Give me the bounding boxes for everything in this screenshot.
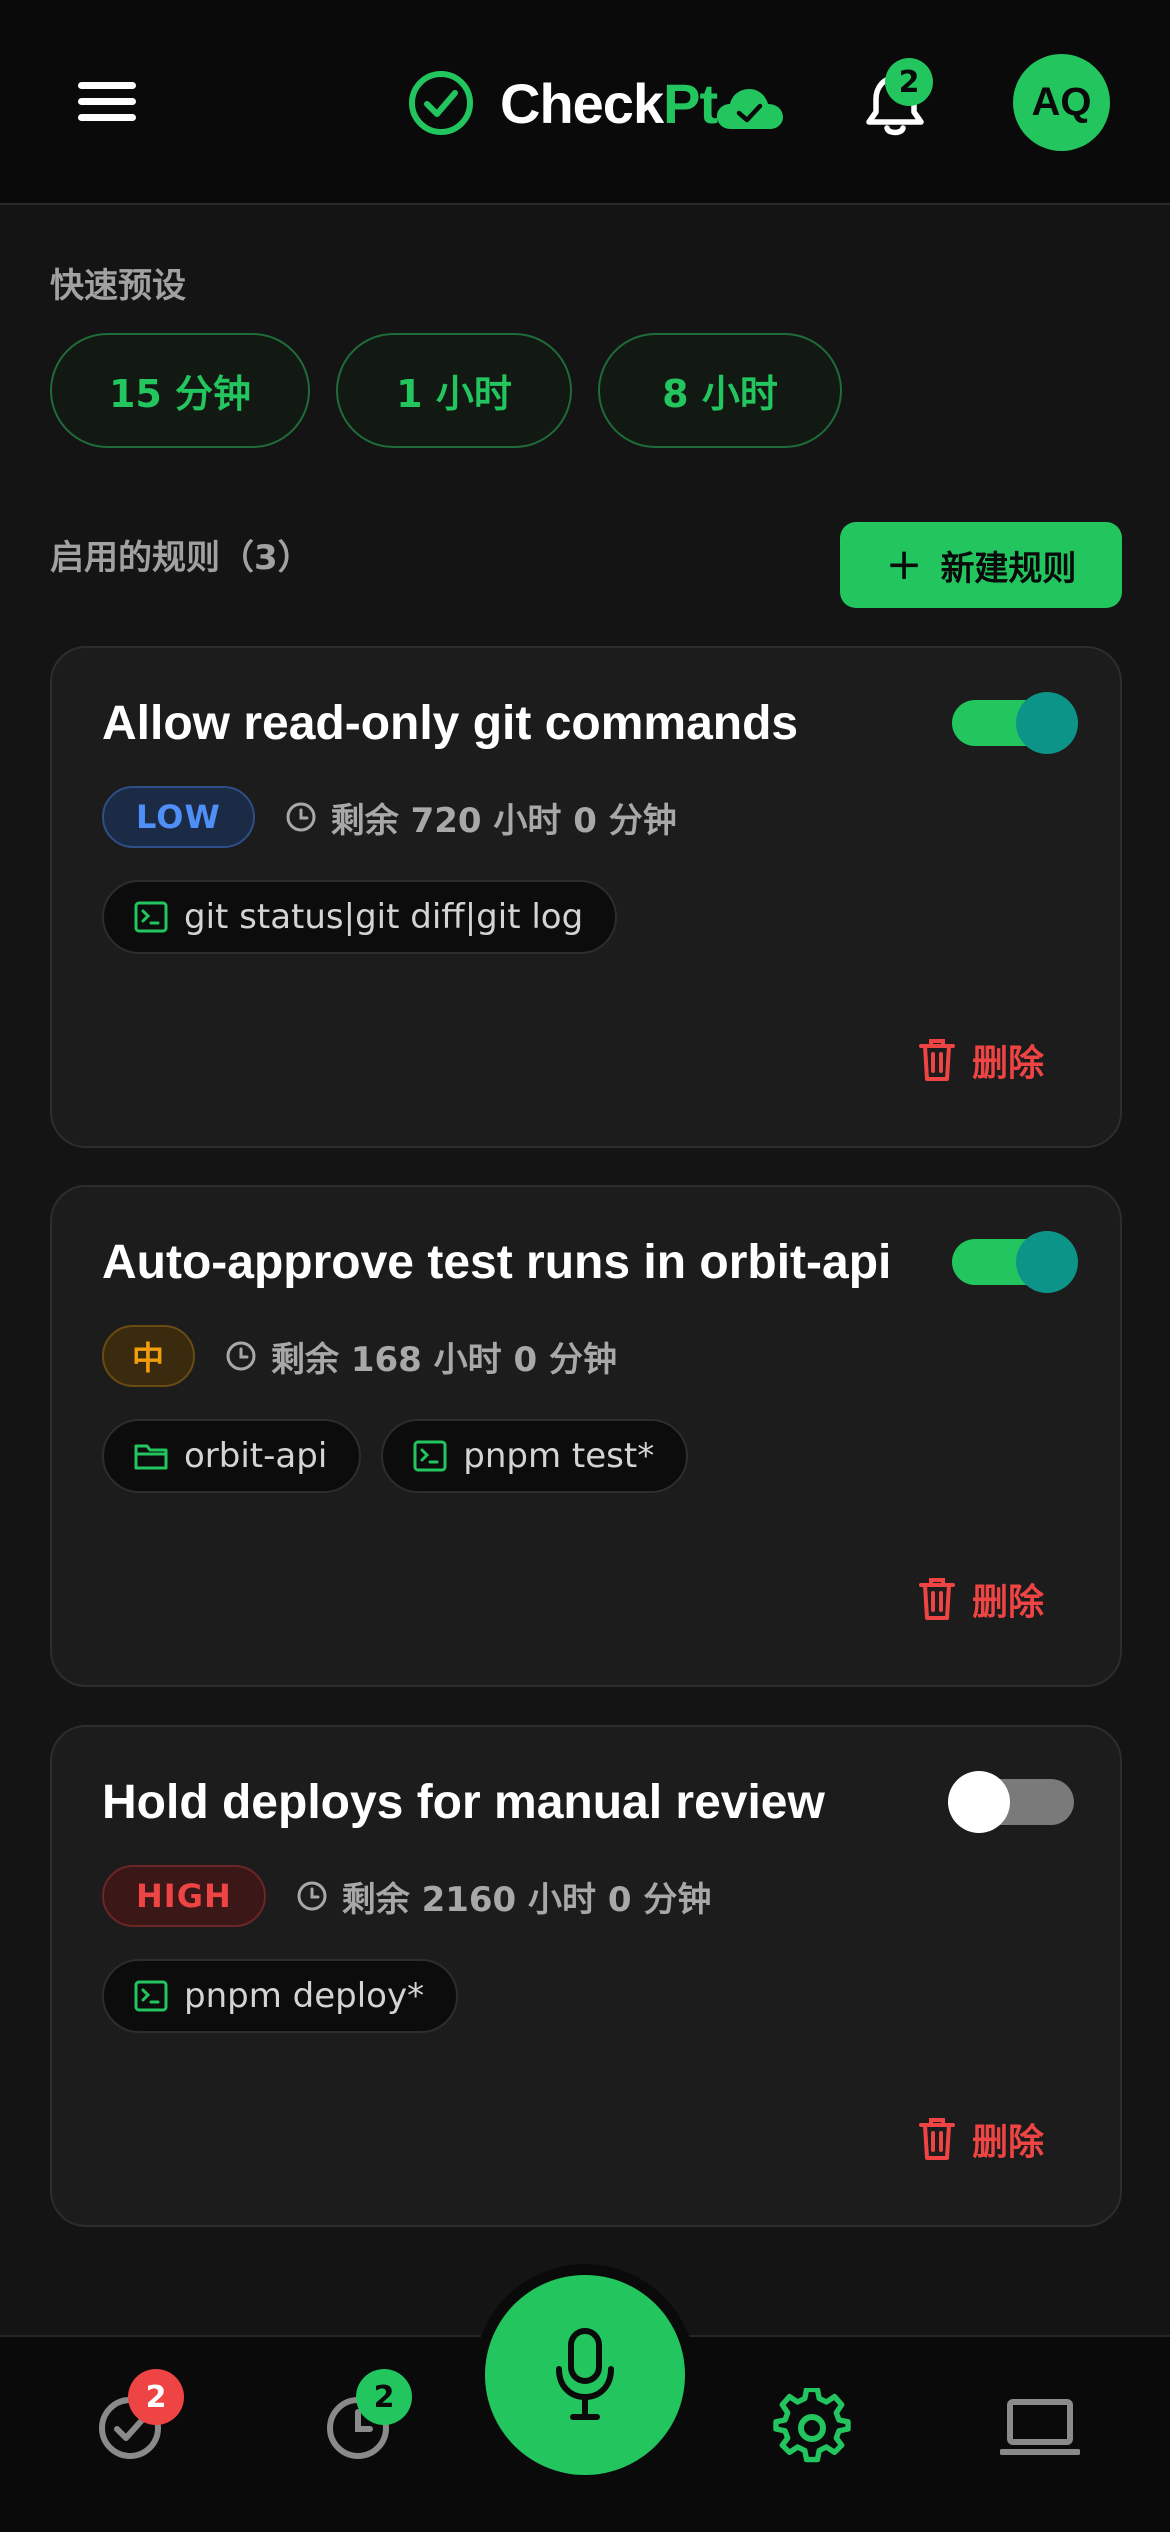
avatar[interactable]: AQ xyxy=(1013,54,1110,151)
new-rule-label: 新建规则 xyxy=(940,548,1077,589)
rule-title: Hold deploys for manual review xyxy=(102,1776,825,1829)
menu-icon-line xyxy=(78,98,136,105)
terminal-icon xyxy=(134,1980,168,2012)
rule-chips: git status|git diff|git log xyxy=(102,880,637,954)
approvals-badge: 2 xyxy=(128,2369,184,2425)
remaining-time: 剩余 2160 小时 0 分钟 xyxy=(341,1879,712,1920)
rule-card: Hold deploys for manual review HIGH 剩余 2… xyxy=(50,1725,1122,2227)
chip-text: pnpm deploy* xyxy=(184,1976,425,2016)
terminal-icon xyxy=(413,1440,447,1472)
check-circle-icon xyxy=(409,71,473,135)
preset-8-hour-button[interactable]: 8 小时 xyxy=(598,333,842,448)
delete-label: 删除 xyxy=(972,1582,1045,1623)
command-chip: pnpm test* xyxy=(381,1419,689,1493)
rule-meta: LOW 剩余 720 小时 0 分钟 xyxy=(102,786,677,848)
command-chip: git status|git diff|git log xyxy=(102,880,618,954)
history-badge: 2 xyxy=(356,2369,412,2425)
clock-icon xyxy=(286,802,316,832)
laptop-icon[interactable] xyxy=(1000,2388,1080,2468)
rule-chips: orbit-api pnpm test* xyxy=(102,1419,708,1493)
rule-toggle[interactable] xyxy=(948,1771,1074,1833)
brand-name-part1: Check xyxy=(500,71,664,135)
settings-icon[interactable] xyxy=(772,2388,852,2468)
toggle-knob xyxy=(948,1771,1010,1833)
risk-badge: 中 xyxy=(102,1325,196,1387)
chip-text: pnpm test* xyxy=(463,1436,655,1476)
chip-text: git status|git diff|git log xyxy=(184,897,584,937)
plus-icon: + xyxy=(885,539,923,590)
risk-badge: HIGH xyxy=(102,1865,266,1927)
delete-label: 删除 xyxy=(972,1043,1045,1084)
rule-card: Auto-approve test runs in orbit-api 中 剩余… xyxy=(50,1185,1122,1687)
toggle-knob xyxy=(1016,1231,1078,1293)
preset-15-min-button[interactable]: 15 分钟 xyxy=(50,333,310,448)
delete-label: 删除 xyxy=(972,2122,1045,2163)
command-chip: pnpm deploy* xyxy=(102,1959,459,2033)
top-bar: CheckPt 2 AQ xyxy=(0,0,1170,205)
remaining-time: 剩余 168 小时 0 分钟 xyxy=(271,1339,617,1380)
notification-badge: 2 xyxy=(885,58,933,106)
chip-text: orbit-api xyxy=(184,1436,328,1476)
new-rule-button[interactable]: + 新建规则 xyxy=(840,522,1122,608)
trash-icon xyxy=(919,1578,955,1620)
preset-1-hour-button[interactable]: 1 小时 xyxy=(336,333,572,448)
rule-title: Auto-approve test runs in orbit-api xyxy=(102,1236,892,1289)
trash-icon xyxy=(919,1039,955,1081)
app-root: CheckPt 2 AQ 快速预设 15 分钟 1 小时 8 小时 启用的规则（… xyxy=(0,0,1170,2532)
clock-icon xyxy=(297,1881,327,1911)
clock-icon xyxy=(226,1341,256,1371)
rule-chips: pnpm deploy* xyxy=(102,1959,478,2033)
rule-toggle[interactable] xyxy=(952,1231,1078,1293)
risk-badge: LOW xyxy=(102,786,255,848)
rule-title: Allow read-only git commands xyxy=(102,697,799,750)
terminal-icon xyxy=(134,901,168,933)
menu-icon-line xyxy=(78,82,136,89)
rule-meta: HIGH 剩余 2160 小时 0 分钟 xyxy=(102,1865,711,1927)
folder-chip: orbit-api xyxy=(102,1419,362,1493)
delete-rule-button[interactable]: 删除 xyxy=(918,1571,1044,1627)
brand-logo: CheckPt xyxy=(408,68,785,138)
quick-presets-label: 快速预设 xyxy=(50,266,186,306)
brand-name-part2: Pt xyxy=(663,71,718,135)
menu-icon-line xyxy=(78,114,136,121)
cloud-check-icon xyxy=(717,89,784,129)
rule-card: Allow read-only git commands LOW 剩余 720 … xyxy=(50,646,1122,1148)
rule-meta: 中 剩余 168 小时 0 分钟 xyxy=(102,1325,617,1387)
remaining-time: 剩余 720 小时 0 分钟 xyxy=(330,800,677,841)
active-rules-label: 启用的规则（3） xyxy=(50,538,312,578)
folder-icon xyxy=(134,1444,168,1470)
voice-input-button[interactable] xyxy=(485,2275,685,2475)
trash-icon xyxy=(919,2118,955,2160)
rule-toggle[interactable] xyxy=(952,692,1078,754)
delete-rule-button[interactable]: 删除 xyxy=(918,2111,1044,2167)
microphone-icon xyxy=(556,2328,614,2420)
toggle-knob xyxy=(1016,692,1078,754)
delete-rule-button[interactable]: 删除 xyxy=(918,1032,1044,1088)
menu-button[interactable] xyxy=(78,82,136,122)
